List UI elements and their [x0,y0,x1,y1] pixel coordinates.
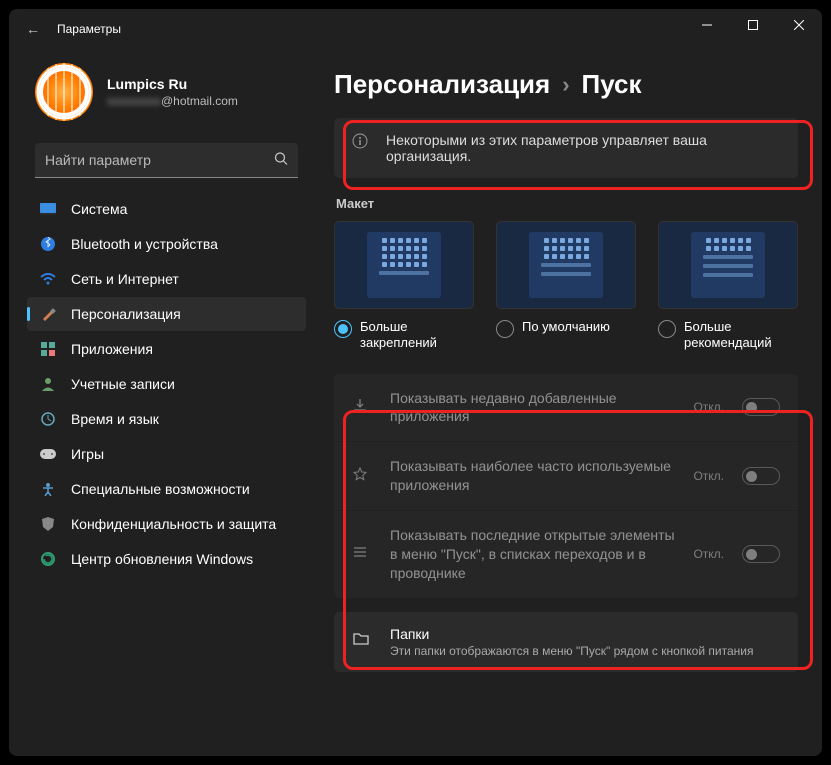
toggle-switch [742,545,780,563]
list-icon [352,544,372,565]
sidebar-item-accounts[interactable]: Учетные записи [27,367,306,401]
sidebar-item-label: Игры [71,446,104,462]
window-title: Параметры [57,22,121,36]
layout-opt-more-pins[interactable]: Больше закреплений [334,221,474,352]
profile-name: Lumpics Ru [107,76,238,92]
layout-options: Больше закреплений По умолчанию [334,221,798,352]
sidebar-item-time[interactable]: Время и язык [27,402,306,436]
toggle-state: Откл. [693,400,724,414]
bluetooth-icon [39,235,57,253]
radio-button[interactable] [496,320,514,338]
setting-recently-added: Показывать недавно добавленные приложени… [334,374,798,443]
folder-icon [352,631,372,652]
banner-text: Некоторыми из этих параметров управляет … [386,132,780,164]
settings-group: Показывать недавно добавленные приложени… [334,374,798,598]
breadcrumb-parent[interactable]: Персонализация [334,69,550,100]
org-managed-banner: Некоторыми из этих параметров управляет … [334,118,798,178]
radio-button[interactable] [334,320,352,338]
accessibility-icon [39,480,57,498]
layout-opt-default[interactable]: По умолчанию [496,221,636,352]
layout-section-title: Макет [336,196,796,211]
sidebar-item-bluetooth[interactable]: Bluetooth и устройства [27,227,306,261]
sidebar-item-label: Специальные возможности [71,481,250,497]
setting-label: Показывать последние открытые элементы в… [390,526,675,583]
sidebar-item-label: Сеть и Интернет [71,271,179,287]
titlebar: ← Параметры [9,9,822,49]
sidebar: Lumpics Ru xxxxxxxxx@hotmail.com Система… [9,49,314,756]
sidebar-item-apps[interactable]: Приложения [27,332,306,366]
toggle-state: Откл. [693,547,724,561]
profile-block[interactable]: Lumpics Ru xxxxxxxxx@hotmail.com [27,49,306,139]
layout-opt-more-recs[interactable]: Больше рекомендаций [658,221,798,352]
wifi-icon [39,270,57,288]
info-icon [352,133,370,151]
sidebar-item-label: Время и язык [71,411,159,427]
sidebar-item-label: Персонализация [71,306,181,322]
update-icon [39,550,57,568]
folders-row[interactable]: Папки Эти папки отображаются в меню "Пус… [334,612,798,672]
person-icon [39,375,57,393]
sidebar-item-label: Конфиденциальность и защита [71,516,276,532]
sidebar-item-system[interactable]: Система [27,192,306,226]
download-icon [352,397,372,418]
nav-list: Система Bluetooth и устройства Сеть и Ин… [27,192,306,577]
sidebar-item-network[interactable]: Сеть и Интернет [27,262,306,296]
radio-label: Больше закреплений [360,319,474,352]
profile-email: xxxxxxxxx@hotmail.com [107,94,238,108]
apps-icon [39,340,57,358]
folders-desc: Эти папки отображаются в меню "Пуск" ряд… [390,644,780,658]
settings-window: ← Параметры Lumpics Ru xxxxxxxxx@hotmail… [9,9,822,756]
system-icon [39,200,57,218]
sidebar-item-label: Bluetooth и устройства [71,236,218,252]
search-icon [274,151,288,170]
sidebar-item-label: Система [71,201,127,217]
gamepad-icon [39,445,57,463]
radio-button[interactable] [658,320,676,338]
sidebar-item-privacy[interactable]: Конфиденциальность и защита [27,507,306,541]
breadcrumb: Персонализация › Пуск [334,69,798,100]
toggle-state: Откл. [693,469,724,483]
radio-label: Больше рекомендаций [684,319,798,352]
setting-label: Показывать наиболее часто используемые п… [390,457,675,495]
setting-label: Показывать недавно добавленные приложени… [390,389,675,427]
search-input[interactable] [35,143,298,178]
setting-most-used: Показывать наиболее часто используемые п… [334,442,798,511]
sidebar-item-gaming[interactable]: Игры [27,437,306,471]
sidebar-item-update[interactable]: Центр обновления Windows [27,542,306,576]
search-box[interactable] [35,143,298,178]
sidebar-item-label: Учетные записи [71,376,175,392]
setting-recent-items: Показывать последние открытые элементы в… [334,511,798,598]
toggle-switch [742,398,780,416]
sidebar-item-label: Приложения [71,341,153,357]
star-icon [352,466,372,487]
breadcrumb-current: Пуск [582,69,642,100]
close-button[interactable] [776,9,822,41]
chevron-right-icon: › [562,72,569,98]
folders-title: Папки [390,626,780,642]
shield-icon [39,515,57,533]
sidebar-item-personalization[interactable]: Персонализация [27,297,306,331]
back-button[interactable]: ← [17,21,49,37]
toggle-switch [742,467,780,485]
minimize-button[interactable] [684,9,730,41]
radio-label: По умолчанию [522,319,610,335]
avatar [35,63,93,121]
sidebar-item-accessibility[interactable]: Специальные возможности [27,472,306,506]
sidebar-item-label: Центр обновления Windows [71,551,253,567]
maximize-button[interactable] [730,9,776,41]
content-area: Персонализация › Пуск Некоторыми из этих… [314,49,822,756]
clock-icon [39,410,57,428]
brush-icon [39,305,57,323]
